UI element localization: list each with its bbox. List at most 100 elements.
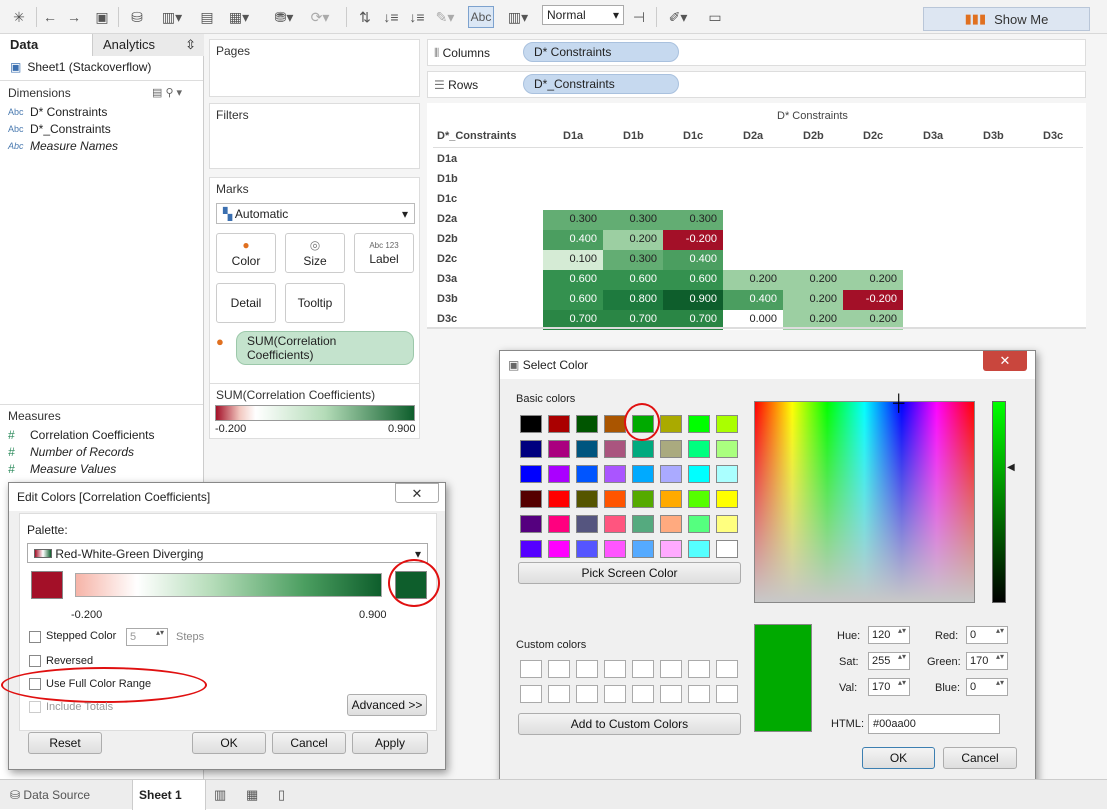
color-measure-pill[interactable]: SUM(Correlation Coefficients) <box>236 331 414 365</box>
table-cell[interactable]: 0.400 <box>723 290 783 310</box>
start-color-swatch[interactable] <box>31 571 63 599</box>
basic-color-swatch[interactable] <box>548 415 570 433</box>
label-button[interactable]: Abc 123 Label <box>354 233 414 273</box>
basic-color-swatch[interactable] <box>688 415 710 433</box>
save-icon[interactable]: ▣ <box>92 6 112 28</box>
custom-color-slot[interactable] <box>660 685 682 703</box>
columns-pill[interactable]: D* Constraints <box>523 42 679 62</box>
pick-screen-color-button[interactable]: Pick Screen Color <box>518 562 741 584</box>
table-cell[interactable]: 0.400 <box>543 230 603 250</box>
basic-color-swatch[interactable] <box>576 415 598 433</box>
value-slider-arrow-icon[interactable]: ◀ <box>1007 462 1015 473</box>
reversed-checkbox[interactable] <box>29 655 41 667</box>
filters-shelf[interactable]: Filters <box>209 103 420 169</box>
dimension-item[interactable]: Abc Measure Names <box>8 139 118 153</box>
table-cell[interactable]: 0.200 <box>843 270 903 290</box>
fit-icon[interactable]: ▥▾ <box>502 6 534 28</box>
tooltip-icon[interactable]: ✐▾ <box>662 6 694 28</box>
table-cell[interactable]: 0.600 <box>543 270 603 290</box>
measure-item[interactable]: # Number of Records <box>8 445 134 459</box>
val-spinner[interactable]: 170 <box>868 678 910 696</box>
custom-color-slot[interactable] <box>604 660 626 678</box>
palette-gradient[interactable] <box>75 573 382 597</box>
include-totals-checkbox[interactable] <box>29 701 41 713</box>
html-input[interactable]: #00aa00 <box>868 714 1000 734</box>
custom-color-slot[interactable] <box>660 660 682 678</box>
custom-color-slot[interactable] <box>716 660 738 678</box>
basic-color-swatch[interactable] <box>716 415 738 433</box>
basic-color-swatch[interactable] <box>716 490 738 508</box>
dimensions-tools-icon[interactable]: ▤ ⚲ ▾ <box>152 86 182 99</box>
table-cell[interactable]: -0.200 <box>663 230 723 250</box>
basic-color-swatch[interactable] <box>688 540 710 558</box>
ok-button[interactable]: OK <box>192 732 266 754</box>
new-worksheet-icon[interactable]: ▥▾ <box>158 6 186 28</box>
apply-button[interactable]: Apply <box>352 732 428 754</box>
measure-item[interactable]: # Correlation Coefficients <box>8 428 155 442</box>
basic-color-swatch[interactable] <box>632 490 654 508</box>
green-spinner[interactable]: 170 <box>966 652 1008 670</box>
size-button[interactable]: ◎ Size <box>285 233 345 273</box>
ok-button[interactable]: OK <box>862 747 935 769</box>
basic-color-swatch[interactable] <box>604 515 626 533</box>
basic-color-swatch[interactable] <box>548 490 570 508</box>
basic-color-swatch[interactable] <box>660 415 682 433</box>
basic-color-swatch[interactable] <box>660 440 682 458</box>
color-spectrum[interactable] <box>754 401 975 603</box>
add-custom-colors-button[interactable]: Add to Custom Colors <box>518 713 741 735</box>
red-spinner[interactable]: 0 <box>966 626 1008 644</box>
show-me-button[interactable]: ▮▮▮ Show Me <box>923 7 1090 31</box>
basic-color-swatch[interactable] <box>548 515 570 533</box>
table-cell[interactable]: 0.900 <box>663 290 723 310</box>
value-slider[interactable] <box>992 401 1006 603</box>
basic-color-swatch[interactable] <box>520 490 542 508</box>
refresh-icon[interactable]: ⟳▾ <box>306 6 334 28</box>
table-cell[interactable]: 0.200 <box>723 270 783 290</box>
legend-gradient[interactable] <box>215 405 415 421</box>
basic-color-swatch[interactable] <box>688 440 710 458</box>
basic-color-swatch[interactable] <box>548 540 570 558</box>
custom-color-slot[interactable] <box>576 685 598 703</box>
basic-color-swatch[interactable] <box>660 490 682 508</box>
dimension-item[interactable]: Abc D* Constraints <box>8 105 107 119</box>
table-cell[interactable]: 0.100 <box>543 250 603 270</box>
basic-color-swatch[interactable] <box>576 540 598 558</box>
hue-spinner[interactable]: 120 <box>868 626 910 644</box>
sat-spinner[interactable]: 255 <box>868 652 910 670</box>
basic-color-swatch[interactable] <box>604 415 626 433</box>
close-button[interactable]: ✕ <box>983 351 1027 371</box>
basic-color-swatch[interactable] <box>576 440 598 458</box>
table-cell[interactable]: 0.600 <box>543 290 603 310</box>
pages-shelf[interactable]: Pages <box>209 39 420 97</box>
tab-data[interactable]: Data <box>0 34 92 56</box>
custom-color-slot[interactable] <box>548 685 570 703</box>
steps-spinner[interactable]: 5 <box>126 628 168 646</box>
sort-descending-icon[interactable]: ↓≡ <box>406 6 428 28</box>
undo-icon[interactable]: ← <box>40 6 60 28</box>
redo-icon[interactable]: → <box>64 6 84 28</box>
table-cell[interactable]: 0.600 <box>603 270 663 290</box>
table-cell[interactable]: 0.800 <box>603 290 663 310</box>
table-cell[interactable]: 0.600 <box>663 270 723 290</box>
tooltip-button[interactable]: Tooltip <box>285 283 345 323</box>
view-size-select[interactable]: Normal ▾ <box>542 5 624 25</box>
new-story-icon[interactable]: ▯ <box>278 787 285 803</box>
table-cell[interactable]: 0.300 <box>603 250 663 270</box>
blue-spinner[interactable]: 0 <box>966 678 1008 696</box>
sheet-tab[interactable]: Sheet 1 <box>132 780 206 810</box>
basic-color-swatch[interactable] <box>688 515 710 533</box>
table-cell[interactable]: 0.200 <box>603 230 663 250</box>
table-cell[interactable]: 0.200 <box>783 290 843 310</box>
close-button[interactable]: ✕ <box>395 483 439 503</box>
basic-color-swatch[interactable] <box>548 465 570 483</box>
highlight-icon[interactable]: ✎▾ <box>430 6 460 28</box>
new-worksheet-icon[interactable]: ▥ <box>214 787 226 803</box>
basic-color-swatch[interactable] <box>548 440 570 458</box>
fix-axes-icon[interactable]: ⊣ <box>628 6 650 28</box>
table-cell[interactable]: 0.300 <box>603 210 663 230</box>
reset-button[interactable]: Reset <box>28 732 102 754</box>
custom-color-slot[interactable] <box>548 660 570 678</box>
basic-color-swatch[interactable] <box>576 515 598 533</box>
data-source-tab[interactable]: ⛁ Data Source <box>10 788 90 802</box>
table-cell[interactable]: -0.200 <box>843 290 903 310</box>
